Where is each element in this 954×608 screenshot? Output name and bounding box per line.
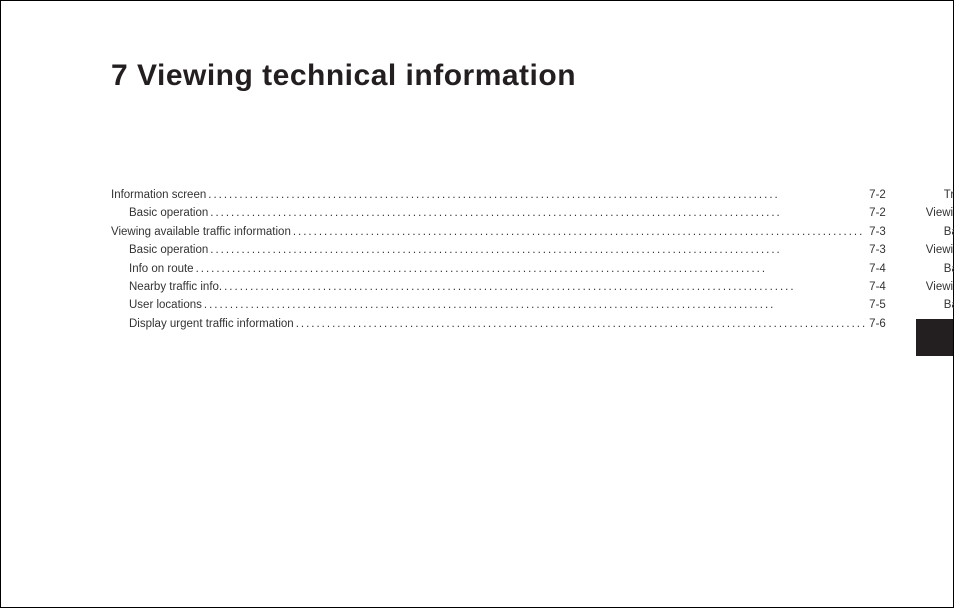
toc-label: Viewing available traffic information	[111, 223, 293, 241]
toc-dots	[224, 278, 867, 296]
toc-page: 7-3	[867, 241, 886, 259]
toc-column-right: Traffic information on map7-6Viewing inf…	[926, 186, 954, 333]
toc-row: Basic operation7-9	[926, 260, 954, 278]
toc-page: 7-2	[867, 186, 886, 204]
toc-container: Information screen7-2Basic operation7-2V…	[111, 186, 888, 333]
toc-label: Traffic information on map	[944, 186, 954, 204]
toc-label: Nearby traffic info.	[129, 278, 224, 296]
toc-page: 7-4	[867, 260, 886, 278]
toc-label: Basic operation	[944, 296, 954, 314]
toc-column-left: Information screen7-2Basic operation7-2V…	[111, 186, 886, 333]
toc-row: Basic operation7-9	[926, 223, 954, 241]
toc-label: Basic operation	[944, 223, 954, 241]
toc-label: Basic operation	[944, 260, 954, 278]
toc-label: User locations	[129, 296, 204, 314]
toc-label: Basic operation	[129, 241, 210, 259]
toc-page: 7-5	[867, 296, 886, 314]
toc-row: Viewing navigation system version inform…	[926, 278, 954, 296]
toc-page: 7-3	[867, 223, 886, 241]
toc-label: Basic operation	[129, 204, 210, 222]
toc-row: Info on route 7-4	[111, 260, 886, 278]
toc-label: Viewing navigation system version inform…	[926, 278, 954, 296]
toc-row: Viewing available traffic information 7-3	[111, 223, 886, 241]
toc-dots	[210, 241, 867, 259]
section-tab-marker	[916, 319, 953, 356]
toc-dots	[210, 204, 867, 222]
toc-row: Basic operation 7-3	[111, 241, 886, 259]
toc-row: Traffic information on map7-6	[926, 186, 954, 204]
toc-row: Information screen 7-2	[111, 186, 886, 204]
toc-label: Info on route	[129, 260, 196, 278]
toc-row: Nearby traffic info. 7-4	[111, 278, 886, 296]
toc-dots	[293, 223, 867, 241]
toc-row: Viewing GPS current location information…	[926, 241, 954, 259]
page-title: 7 Viewing technical information	[111, 59, 576, 93]
toc-dots	[204, 296, 867, 314]
toc-page: 7-6	[867, 315, 886, 333]
toc-row: Viewing information about current vehicl…	[926, 204, 954, 222]
toc-row: Basic operation 7-2	[111, 204, 886, 222]
toc-page: 7-2	[867, 204, 886, 222]
toc-row: User locations 7-5	[111, 296, 886, 314]
toc-dots	[208, 186, 867, 204]
toc-dots	[296, 315, 867, 333]
toc-dots	[196, 260, 868, 278]
toc-page: 7-4	[867, 278, 886, 296]
toc-label: Viewing GPS current location information	[926, 241, 954, 259]
toc-label: Viewing information about current vehicl…	[926, 204, 954, 222]
toc-row: Basic operation7-10	[926, 296, 954, 314]
toc-row: Display urgent traffic information 7-6	[111, 315, 886, 333]
toc-label: Display urgent traffic information	[129, 315, 296, 333]
toc-label: Information screen	[111, 186, 208, 204]
